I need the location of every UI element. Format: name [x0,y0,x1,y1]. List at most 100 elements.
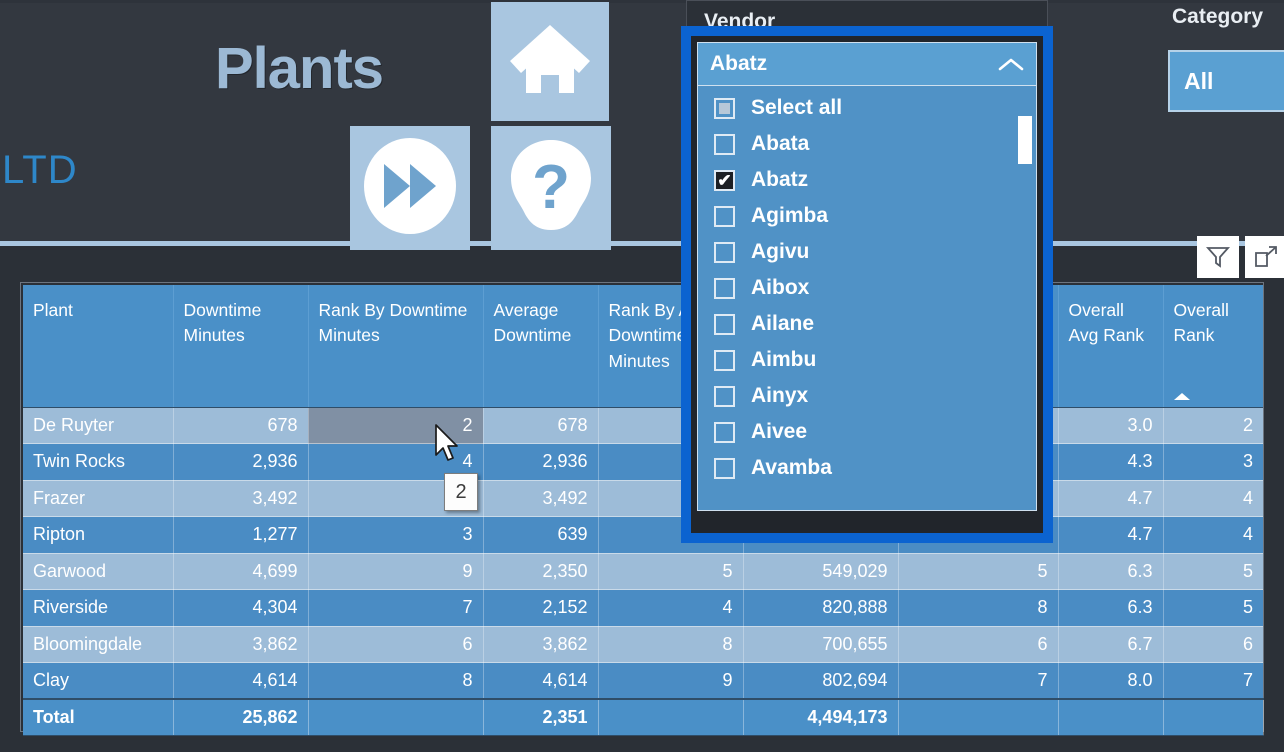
table-row[interactable]: Bloomingdale 3,862 6 3,862 8 700,655 6 6.7 6 [23,626,1263,663]
checkbox-unchecked-icon[interactable] [714,133,735,155]
help-button[interactable]: ? [491,126,611,250]
table-row[interactable]: Frazer 3,492 3,492 4.7 4 [23,480,1263,517]
table-cell-rank_downtime[interactable]: 7 [308,589,484,627]
table-cell-overall_avg[interactable]: 4.3 [1058,443,1164,481]
checkbox-checked-icon[interactable]: ✔ [714,169,735,191]
table-cell-downtime[interactable]: 2,936 [173,443,309,481]
focus-mode-icon[interactable] [1245,236,1284,278]
checkbox-unchecked-icon[interactable] [714,277,735,299]
table-cell-avg_downtime[interactable]: 678 [483,407,599,444]
vendor-dropdown-item[interactable]: Avamba [698,450,1036,486]
table-cell-plant[interactable]: Frazer [23,480,174,517]
table-cell-overall_avg[interactable]: 6.7 [1058,626,1164,663]
filter-icon[interactable] [1197,236,1239,278]
table-cell-avg_downtime[interactable]: 2,152 [483,589,599,627]
category-slicer-value[interactable]: All [1168,50,1284,112]
table-cell-downtime[interactable]: 4,614 [173,662,309,700]
vendor-dropdown-item[interactable]: Ailane [698,306,1036,342]
table-cell-downtime[interactable]: 3,862 [173,626,309,663]
column-header-overall-avg-rank[interactable]: Overall Avg Rank [1058,285,1164,408]
table-cell-overall_avg[interactable]: 3.0 [1058,407,1164,444]
table-cell-plant[interactable]: Ripton [23,516,174,554]
table-cell-plant[interactable]: Bloomingdale [23,626,174,663]
table-cell-plant[interactable]: Twin Rocks [23,443,174,481]
vendor-dropdown-item[interactable]: ✔ Abatz [698,162,1036,198]
table-cell-rank_avg[interactable]: 5 [598,553,744,590]
table-cell-rank_cost[interactable]: 6 [898,626,1059,663]
table-cell-overall_rank[interactable]: 6 [1163,626,1263,663]
vendor-dropdown-item[interactable]: Agimba [698,198,1036,234]
table-cell-downtime[interactable]: 4,699 [173,553,309,590]
checkbox-partial-icon[interactable] [714,97,735,119]
table-cell-cost[interactable]: 802,694 [743,662,899,700]
checkbox-unchecked-icon[interactable] [714,457,735,479]
table-cell-plant[interactable]: De Ruyter [23,407,174,444]
table-cell-avg_downtime[interactable]: 639 [483,516,599,554]
table-cell-downtime[interactable]: 3,492 [173,480,309,517]
table-cell-rank_cost[interactable]: 8 [898,589,1059,627]
checkbox-unchecked-icon[interactable] [714,385,735,407]
table-cell-cost[interactable]: 820,888 [743,589,899,627]
table-cell-rank_avg[interactable]: 9 [598,662,744,700]
table-cell-avg_downtime[interactable]: 2,350 [483,553,599,590]
table-row[interactable]: Ripton 1,277 3 639 4.7 4 [23,516,1263,554]
table-row[interactable]: Riverside 4,304 7 2,152 4 820,888 8 6.3 5 [23,589,1263,627]
checkbox-unchecked-icon[interactable] [714,421,735,443]
vendor-dropdown-item[interactable]: Ainyx [698,378,1036,414]
vendor-dropdown-item[interactable]: Select all [698,90,1036,126]
chevron-up-icon[interactable] [998,57,1024,71]
table-cell-overall_avg[interactable]: 4.7 [1058,480,1164,517]
table-cell-cost[interactable]: 549,029 [743,553,899,590]
column-header-overall-rank[interactable]: Overall Rank [1163,285,1263,408]
vendor-dropdown-item[interactable]: Agivu [698,234,1036,270]
table-cell-overall_avg[interactable]: 4.7 [1058,516,1164,554]
table-cell-overall_avg[interactable]: 8.0 [1058,662,1164,700]
column-header-downtime-minutes[interactable]: Downtime Minutes [173,285,309,408]
next-page-button[interactable] [350,126,470,250]
table-cell-plant[interactable]: Clay [23,662,174,700]
column-header-rank-by-downtime-minutes[interactable]: Rank By Downtime Minutes [308,285,484,408]
table-cell-avg_downtime[interactable]: 3,492 [483,480,599,517]
table-cell-rank_downtime[interactable]: 9 [308,553,484,590]
table-cell-avg_downtime[interactable]: 4,614 [483,662,599,700]
column-header-average-downtime[interactable]: Average Downtime [483,285,599,408]
vendor-dropdown-header[interactable]: Abatz [697,42,1037,86]
table-cell-rank_downtime[interactable]: 6 [308,626,484,663]
plants-table[interactable]: Plant Downtime Minutes Rank By Downtime … [20,282,1264,736]
table-cell-avg_downtime[interactable]: 2,936 [483,443,599,481]
table-cell-plant[interactable]: Riverside [23,589,174,627]
table-cell-overall_rank[interactable]: 4 [1163,480,1263,517]
home-button[interactable] [491,2,609,121]
table-row[interactable]: Twin Rocks 2,936 4 2,936 4.3 3 [23,443,1263,481]
vendor-dropdown-item[interactable]: Aivee [698,414,1036,450]
table-cell-overall_rank[interactable]: 4 [1163,516,1263,554]
table-row[interactable]: Garwood 4,699 9 2,350 5 549,029 5 6.3 5 [23,553,1263,590]
table-cell-rank_avg[interactable]: 4 [598,589,744,627]
table-cell-cost[interactable]: 700,655 [743,626,899,663]
vendor-dropdown-item[interactable]: Abata [698,126,1036,162]
checkbox-unchecked-icon[interactable] [714,241,735,263]
vendor-dropdown-list[interactable]: Select all Abata ✔ Abatz Agimba Agivu Aibox Ail… [697,86,1037,511]
table-cell-rank_downtime[interactable]: 3 [308,516,484,554]
vendor-dropdown-item[interactable]: Aimbu [698,342,1036,378]
table-cell-downtime[interactable]: 1,277 [173,516,309,554]
checkbox-unchecked-icon[interactable] [714,349,735,371]
table-cell-overall_rank[interactable]: 2 [1163,407,1263,444]
table-cell-overall_rank[interactable]: 5 [1163,589,1263,627]
table-cell-overall_rank[interactable]: 5 [1163,553,1263,590]
column-header-plant[interactable]: Plant [23,285,174,408]
table-cell-avg_downtime[interactable]: 3,862 [483,626,599,663]
table-cell-overall_rank[interactable]: 7 [1163,662,1263,700]
table-cell-downtime[interactable]: 678 [173,407,309,444]
checkbox-unchecked-icon[interactable] [714,313,735,335]
checkbox-unchecked-icon[interactable] [714,205,735,227]
table-cell-plant[interactable]: Garwood [23,553,174,590]
vendor-dropdown[interactable]: Abatz Select all Abata ✔ Abatz Agimba Agivu Ai… [691,36,1043,533]
table-cell-overall_avg[interactable]: 6.3 [1058,553,1164,590]
dropdown-scrollbar-thumb[interactable] [1018,116,1032,164]
table-cell-rank_cost[interactable]: 7 [898,662,1059,700]
table-cell-overall_avg[interactable]: 6.3 [1058,589,1164,627]
table-cell-downtime[interactable]: 4,304 [173,589,309,627]
table-cell-rank_cost[interactable]: 5 [898,553,1059,590]
table-cell-overall_rank[interactable]: 3 [1163,443,1263,481]
